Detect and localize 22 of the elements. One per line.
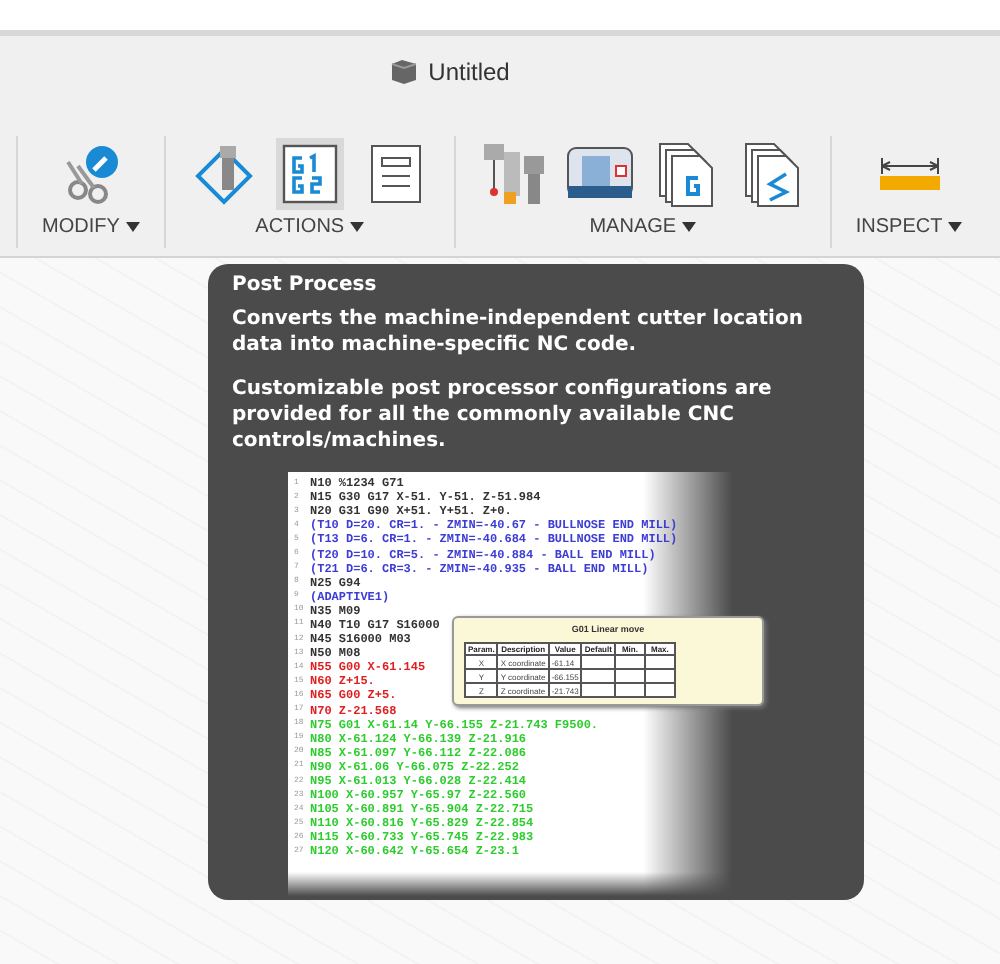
cube-icon — [390, 58, 419, 86]
document-icon — [369, 144, 422, 204]
group-menu[interactable]: INSPECT — [855, 216, 963, 238]
tooltip-description: Converts the machine-independent cutter location data into machine-specific NC code. — [232, 306, 805, 358]
g-code-icon — [281, 144, 338, 204]
tooltip-title: Post Process — [232, 274, 379, 296]
s-documents-icon — [741, 140, 802, 208]
cnc-machine-icon — [565, 146, 634, 202]
tooltip-description: Customizable post processor configurations are provided for all the commonly available CNC controls/machines. — [232, 376, 774, 454]
diamond-drill-icon — [191, 142, 256, 206]
caret-icon — [125, 222, 140, 232]
tool-library-icon — [479, 140, 548, 208]
caret-icon — [350, 222, 365, 232]
caret-icon — [948, 222, 963, 232]
group-menu[interactable]: MODIFY — [42, 216, 140, 238]
ruler-icon — [877, 154, 942, 194]
g-documents-icon — [655, 140, 716, 208]
caret-icon — [682, 222, 697, 232]
document-title: Untitled — [428, 58, 510, 86]
group-menu[interactable]: MANAGE — [589, 216, 697, 238]
group-menu[interactable]: ACTIONS — [255, 216, 365, 238]
toolbar-button[interactable] — [275, 138, 344, 210]
